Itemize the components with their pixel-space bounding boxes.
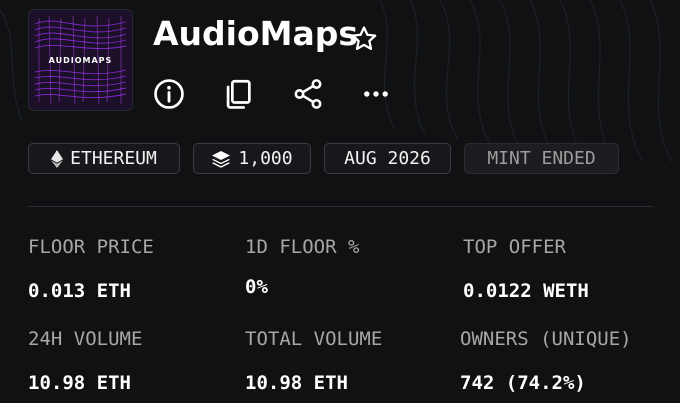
supply-label: 1,000: [238, 148, 293, 169]
stat-label-1d-floor: 1D FLOOR %: [245, 236, 360, 258]
stat-value-total-volume: 10.98 ETH: [245, 372, 348, 394]
ethereum-icon: [51, 149, 64, 168]
stat-label-owners: OWNERS (UNIQUE): [460, 328, 632, 350]
section-divider: [28, 206, 653, 207]
star-outline-icon[interactable]: [349, 24, 379, 54]
collection-thumbnail[interactable]: AUDIOMAPS: [28, 9, 133, 111]
mint-status-chip: MINT ENDED: [464, 143, 619, 174]
supply-chip[interactable]: 1,000: [193, 143, 311, 174]
thumbnail-label: AUDIOMAPS: [48, 56, 113, 65]
share-icon[interactable]: [291, 77, 325, 111]
stat-value-owners: 742 (74.2%): [460, 372, 586, 394]
stat-label-total-volume: TOTAL VOLUME: [245, 328, 383, 350]
stat-value-24h-volume: 10.98 ETH: [28, 372, 131, 394]
more-horizontal-icon[interactable]: [359, 77, 393, 111]
collection-title: AudioMaps: [153, 14, 359, 53]
stat-label-24h-volume: 24H VOLUME: [28, 328, 143, 350]
stat-label-floor-price: FLOOR PRICE: [28, 236, 154, 258]
date-label: AUG 2026: [344, 148, 431, 169]
stat-label-top-offer: TOP OFFER: [463, 236, 566, 258]
copy-icon[interactable]: [221, 77, 255, 111]
stat-value-top-offer: 0.0122 WETH: [463, 280, 589, 302]
chain-chip[interactable]: ETHEREUM: [28, 143, 180, 174]
date-chip[interactable]: AUG 2026: [324, 143, 451, 174]
mint-status-label: MINT ENDED: [487, 148, 596, 169]
layers-icon: [212, 150, 231, 168]
stat-value-floor-price: 0.013 ETH: [28, 280, 131, 302]
chain-label: ETHEREUM: [70, 148, 157, 169]
info-icon[interactable]: [152, 77, 186, 111]
stat-value-1d-floor: 0%: [245, 276, 268, 298]
